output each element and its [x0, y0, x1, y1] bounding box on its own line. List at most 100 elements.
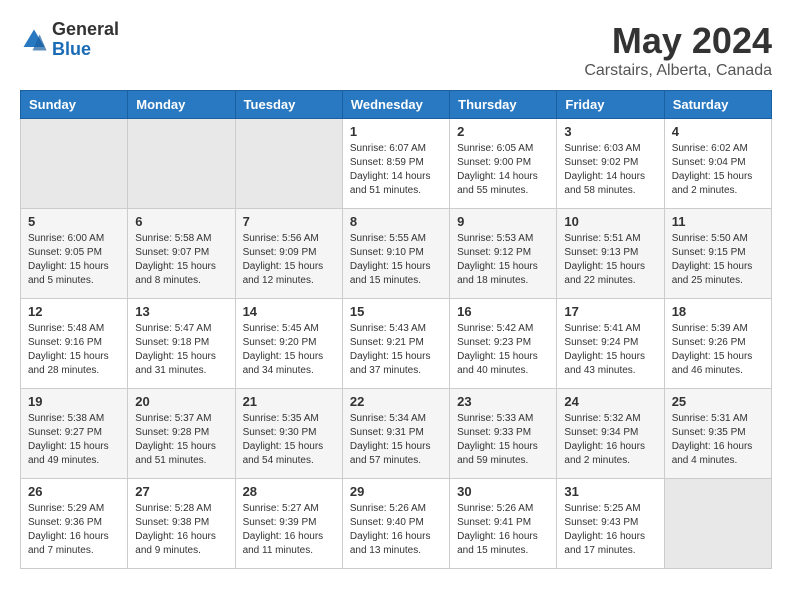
- calendar-cell: 6Sunrise: 5:58 AMSunset: 9:07 PMDaylight…: [128, 209, 235, 299]
- day-number: 26: [28, 484, 120, 499]
- calendar-cell: 16 Sunrise: 5:42 AMSunset: 9:23 PMDayligh…: [450, 299, 557, 389]
- calendar-cell: 23 Sunrise: 5:33 AMSunset: 9:33 PMDayligh…: [450, 389, 557, 479]
- day-number: 5: [28, 214, 120, 229]
- calendar-cell: 27 Sunrise: 5:28 AMSunset: 9:38 PMDayligh…: [128, 479, 235, 569]
- subtitle: Carstairs, Alberta, Canada: [584, 62, 772, 80]
- day-number: 9: [457, 214, 549, 229]
- calendar-cell: 29 Sunrise: 5:26 AMSunset: 9:40 PMDayligh…: [342, 479, 449, 569]
- day-number: 3: [564, 124, 656, 139]
- cell-sun-info: Sunrise: 5:34 AMSunset: 9:31 PMDaylight:…: [350, 412, 442, 468]
- day-number: 7: [243, 214, 335, 229]
- calendar-cell: 9 Sunrise: 5:53 AMSunset: 9:12 PMDaylight…: [450, 209, 557, 299]
- logo-icon: [20, 26, 48, 54]
- calendar-cell: 24Sunrise: 5:32 AMSunset: 9:34 PMDayligh…: [557, 389, 664, 479]
- day-number: 17: [564, 304, 656, 319]
- calendar-cell: 13 Sunrise: 5:47 AMSunset: 9:18 PMDayligh…: [128, 299, 235, 389]
- cell-sun-info: Sunrise: 5:37 AMSunset: 9:28 PMDaylight:…: [135, 412, 227, 468]
- calendar-cell: 21 Sunrise: 5:35 AMSunset: 9:30 PMDayligh…: [235, 389, 342, 479]
- week-row-3: 12 Sunrise: 5:48 AMSunset: 9:16 PMDayligh…: [21, 299, 772, 389]
- cell-sun-info: Sunrise: 6:00 AMSunset: 9:05 PMDaylight:…: [28, 232, 120, 288]
- day-number: 18: [672, 304, 764, 319]
- calendar-cell: 10 Sunrise: 5:51 AMSunset: 9:13 PMDayligh…: [557, 209, 664, 299]
- cell-sun-info: Sunrise: 6:05 AMSunset: 9:00 PMDaylight:…: [457, 142, 549, 198]
- cell-sun-info: Sunrise: 5:35 AMSunset: 9:30 PMDaylight:…: [243, 412, 335, 468]
- day-number: 14: [243, 304, 335, 319]
- day-number: 12: [28, 304, 120, 319]
- logo-general-text: General: [52, 20, 119, 40]
- day-number: 19: [28, 394, 120, 409]
- cell-sun-info: Sunrise: 5:51 AMSunset: 9:13 PMDaylight:…: [564, 232, 656, 288]
- day-number: 10: [564, 214, 656, 229]
- day-number: 28: [243, 484, 335, 499]
- day-header-thursday: Thursday: [450, 91, 557, 119]
- calendar-cell: 7 Sunrise: 5:56 AMSunset: 9:09 PMDaylight…: [235, 209, 342, 299]
- cell-sun-info: Sunrise: 5:50 AMSunset: 9:15 PMDaylight:…: [672, 232, 764, 288]
- cell-sun-info: Sunrise: 5:38 AMSunset: 9:27 PMDaylight:…: [28, 412, 120, 468]
- title-block: May 2024 Carstairs, Alberta, Canada: [584, 20, 772, 80]
- cell-sun-info: Sunrise: 5:33 AMSunset: 9:33 PMDaylight:…: [457, 412, 549, 468]
- day-number: 21: [243, 394, 335, 409]
- day-number: 2: [457, 124, 549, 139]
- day-number: 1: [350, 124, 442, 139]
- cell-sun-info: Sunrise: 5:32 AMSunset: 9:34 PMDaylight:…: [564, 412, 656, 468]
- cell-sun-info: Sunrise: 5:48 AMSunset: 9:16 PMDaylight:…: [28, 322, 120, 378]
- calendar-cell: 18 Sunrise: 5:39 AMSunset: 9:26 PMDayligh…: [664, 299, 771, 389]
- calendar-cell: 31Sunrise: 5:25 AMSunset: 9:43 PMDayligh…: [557, 479, 664, 569]
- week-row-1: 1 Sunrise: 6:07 AMSunset: 8:59 PMDaylight…: [21, 119, 772, 209]
- week-row-5: 26 Sunrise: 5:29 AMSunset: 9:36 PMDayligh…: [21, 479, 772, 569]
- calendar-cell: [128, 119, 235, 209]
- day-number: 20: [135, 394, 227, 409]
- calendar-cell: 4Sunrise: 6:02 AMSunset: 9:04 PMDaylight…: [664, 119, 771, 209]
- cell-sun-info: Sunrise: 5:56 AMSunset: 9:09 PMDaylight:…: [243, 232, 335, 288]
- calendar-cell: 3 Sunrise: 6:03 AMSunset: 9:02 PMDaylight…: [557, 119, 664, 209]
- cell-sun-info: Sunrise: 5:25 AMSunset: 9:43 PMDaylight:…: [564, 502, 656, 558]
- day-number: 6: [135, 214, 227, 229]
- day-number: 30: [457, 484, 549, 499]
- day-number: 22: [350, 394, 442, 409]
- cell-sun-info: Sunrise: 6:07 AMSunset: 8:59 PMDaylight:…: [350, 142, 442, 198]
- calendar-cell: 1 Sunrise: 6:07 AMSunset: 8:59 PMDaylight…: [342, 119, 449, 209]
- cell-sun-info: Sunrise: 5:28 AMSunset: 9:38 PMDaylight:…: [135, 502, 227, 558]
- calendar-cell: 26 Sunrise: 5:29 AMSunset: 9:36 PMDayligh…: [21, 479, 128, 569]
- calendar-cell: 11 Sunrise: 5:50 AMSunset: 9:15 PMDayligh…: [664, 209, 771, 299]
- cell-sun-info: Sunrise: 5:39 AMSunset: 9:26 PMDaylight:…: [672, 322, 764, 378]
- cell-sun-info: Sunrise: 5:53 AMSunset: 9:12 PMDaylight:…: [457, 232, 549, 288]
- calendar-cell: [664, 479, 771, 569]
- calendar-cell: [21, 119, 128, 209]
- calendar-cell: 30 Sunrise: 5:26 AMSunset: 9:41 PMDayligh…: [450, 479, 557, 569]
- calendar-cell: 12 Sunrise: 5:48 AMSunset: 9:16 PMDayligh…: [21, 299, 128, 389]
- day-number: 11: [672, 214, 764, 229]
- cell-sun-info: Sunrise: 5:41 AMSunset: 9:24 PMDaylight:…: [564, 322, 656, 378]
- calendar-cell: 20 Sunrise: 5:37 AMSunset: 9:28 PMDayligh…: [128, 389, 235, 479]
- calendar-cell: 15Sunrise: 5:43 AMSunset: 9:21 PMDayligh…: [342, 299, 449, 389]
- day-number: 27: [135, 484, 227, 499]
- day-header-friday: Friday: [557, 91, 664, 119]
- cell-sun-info: Sunrise: 5:42 AMSunset: 9:23 PMDaylight:…: [457, 322, 549, 378]
- day-number: 16: [457, 304, 549, 319]
- week-row-2: 5 Sunrise: 6:00 AMSunset: 9:05 PMDaylight…: [21, 209, 772, 299]
- page-header: General Blue May 2024 Carstairs, Alberta…: [20, 20, 772, 80]
- cell-sun-info: Sunrise: 5:29 AMSunset: 9:36 PMDaylight:…: [28, 502, 120, 558]
- calendar-cell: 8Sunrise: 5:55 AMSunset: 9:10 PMDaylight…: [342, 209, 449, 299]
- calendar-cell: [235, 119, 342, 209]
- day-header-saturday: Saturday: [664, 91, 771, 119]
- calendar-cell: 25Sunrise: 5:31 AMSunset: 9:35 PMDayligh…: [664, 389, 771, 479]
- day-number: 4: [672, 124, 764, 139]
- cell-sun-info: Sunrise: 5:26 AMSunset: 9:41 PMDaylight:…: [457, 502, 549, 558]
- week-row-4: 19 Sunrise: 5:38 AMSunset: 9:27 PMDayligh…: [21, 389, 772, 479]
- day-header-wednesday: Wednesday: [342, 91, 449, 119]
- day-number: 29: [350, 484, 442, 499]
- calendar-cell: 22 Sunrise: 5:34 AMSunset: 9:31 PMDayligh…: [342, 389, 449, 479]
- logo: General Blue: [20, 20, 119, 60]
- day-number: 23: [457, 394, 549, 409]
- calendar-cell: 5 Sunrise: 6:00 AMSunset: 9:05 PMDaylight…: [21, 209, 128, 299]
- day-header-tuesday: Tuesday: [235, 91, 342, 119]
- cell-sun-info: Sunrise: 5:26 AMSunset: 9:40 PMDaylight:…: [350, 502, 442, 558]
- day-header-monday: Monday: [128, 91, 235, 119]
- cell-sun-info: Sunrise: 5:43 AMSunset: 9:21 PMDaylight:…: [350, 322, 442, 378]
- day-number: 13: [135, 304, 227, 319]
- day-number: 8: [350, 214, 442, 229]
- calendar-cell: 28Sunrise: 5:27 AMSunset: 9:39 PMDayligh…: [235, 479, 342, 569]
- cell-sun-info: Sunrise: 6:03 AMSunset: 9:02 PMDaylight:…: [564, 142, 656, 198]
- cell-sun-info: Sunrise: 5:47 AMSunset: 9:18 PMDaylight:…: [135, 322, 227, 378]
